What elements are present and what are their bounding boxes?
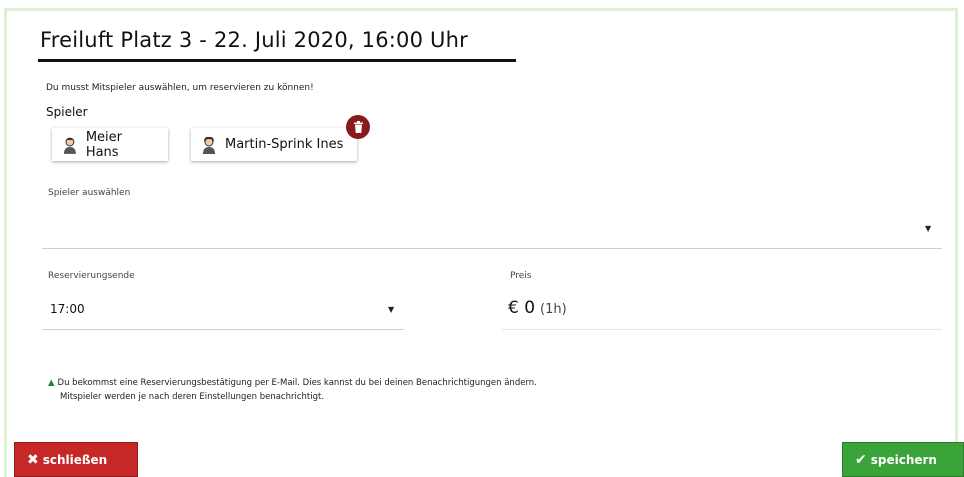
chevron-down-icon[interactable]: ▼: [925, 224, 931, 233]
close-icon: ✖: [27, 451, 39, 468]
user-avatar-icon: [63, 137, 76, 154]
checkmark-icon: ✔: [855, 451, 867, 468]
player-select-underline: [42, 248, 942, 249]
price-value: € 0 (1h): [508, 298, 567, 318]
player-select-label: Spieler auswählen: [48, 188, 131, 198]
price-underline: [502, 329, 942, 330]
save-button[interactable]: ✔ speichern: [842, 442, 964, 477]
player-name: Martin-Sprink Ines: [225, 137, 344, 152]
title-underline: [38, 59, 516, 62]
price-amount: € 0: [508, 298, 536, 318]
price-label: Preis: [510, 271, 532, 281]
close-button[interactable]: ✖ schließen: [14, 442, 138, 477]
reservation-end-underline: [42, 329, 404, 330]
hint-text: Du musst Mitspieler auswählen, um reserv…: [46, 83, 314, 93]
price-duration: (1h): [540, 302, 567, 317]
player-chip-meier-hans[interactable]: Meier Hans: [52, 128, 168, 161]
players-label: Spieler: [46, 105, 88, 119]
trash-icon: [353, 121, 363, 133]
notice-line-2: Mitspieler werden je nach deren Einstell…: [60, 392, 325, 402]
notice-line-1: Du bekommst eine Reservierungsbestätigun…: [57, 378, 537, 388]
player-select[interactable]: [42, 205, 942, 248]
notification-notice: ▲ Du bekommst eine Reservierungsbestätigu…: [48, 376, 537, 404]
user-avatar-icon: [203, 136, 215, 154]
dialog-title: Freiluft Platz 3 - 22. Juli 2020, 16:00 …: [40, 28, 468, 52]
save-button-label: speichern: [870, 452, 937, 467]
reservation-end-select[interactable]: 17:00: [50, 302, 85, 316]
player-name: Meier Hans: [85, 129, 122, 160]
close-button-label: schließen: [42, 452, 108, 467]
chevron-down-icon[interactable]: ▼: [388, 305, 394, 314]
reservation-end-label: Reservierungsende: [48, 271, 135, 281]
remove-player-button[interactable]: [346, 115, 370, 139]
tree-icon: ▲: [48, 378, 55, 388]
player-chip-martin-sprink-ines[interactable]: Martin-Sprink Ines: [191, 128, 357, 161]
